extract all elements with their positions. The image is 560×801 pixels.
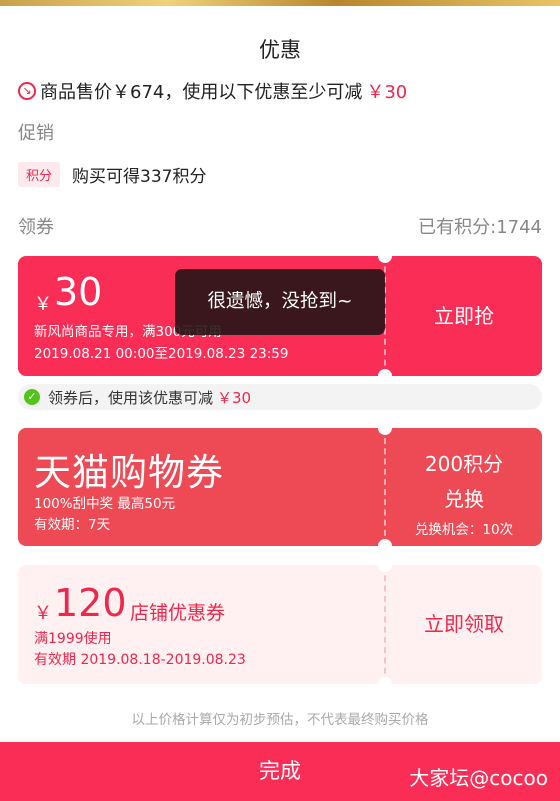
coupon-validity: 2019.08.21 00:00至2019.08.23 23:59 (34, 346, 289, 362)
page-title: 优惠 (259, 38, 301, 62)
top-image-strip (0, 0, 560, 6)
grab-now-button[interactable]: 立即抢 (386, 256, 542, 376)
store-coupon-120: ￥ 120 店铺优惠券 满1999使用 有效期 2019.08.18-2019.… (18, 565, 542, 684)
discount-arrow-icon: ↘ (18, 82, 36, 100)
exchange-label: 兑换 (444, 487, 484, 511)
coupon-notch-bottom (378, 539, 392, 546)
tmall-coupon-title: 天猫购物券 (34, 451, 224, 494)
promotion-section-title: 促销 (18, 123, 54, 144)
points-text: 购买可得337积分 (72, 167, 207, 187)
tmall-shopping-coupon: 天猫购物券 100%刮中奖 最高50元 有效期：7天 200积分 兑换 兑换机会… (18, 428, 542, 546)
promotion-points-row: 积分 购买可得337积分 (18, 162, 206, 187)
points-owned: 已有积分:1744 (418, 217, 542, 238)
coupon-type: 店铺优惠券 (130, 602, 226, 624)
exchange-button[interactable]: 200积分 兑换 兑换机会：10次 (386, 428, 542, 538)
tip-amount: ￥30 (217, 388, 252, 407)
coupon-tip-bar: ✓ 领券后，使用该优惠可减 ￥30 (18, 384, 542, 410)
coupon-condition: 满1999使用 (34, 631, 112, 647)
exchange-chance: 兑换机会：10次 (414, 522, 514, 538)
check-icon: ✓ (24, 389, 40, 405)
bottom-bar: 完成 大家坛@cocoo (0, 742, 560, 801)
price-disclaimer: 以上价格计算仅为初步预估，不代表最终购买价格 (131, 712, 429, 728)
sale-summary-text: 商品售价￥674，使用以下优惠至少可减 (40, 82, 363, 103)
coupon-currency: ￥ (34, 294, 52, 315)
coupons-section-title: 领券 (18, 217, 54, 238)
coupon-currency: ￥ (34, 603, 52, 624)
sale-summary: ↘ 商品售价￥674，使用以下优惠至少可减 ￥30 (18, 78, 407, 104)
exchange-points: 200积分 (424, 452, 504, 476)
toast-message: 很遗憾，没抢到~ (175, 269, 385, 335)
coupon-amount: 30 (54, 270, 103, 314)
watermark: 大家坛@cocoo (409, 766, 548, 790)
tmall-coupon-prize: 100%刮中奖 最高50元 (34, 496, 176, 512)
claim-now-button[interactable]: 立即领取 (386, 565, 542, 684)
tmall-coupon-validity: 有效期：7天 (34, 517, 111, 533)
sale-summary-amount: ￥30 (366, 82, 408, 103)
points-tag: 积分 (18, 162, 61, 187)
coupon-amount: 120 (54, 581, 127, 625)
tip-text: 领券后，使用该优惠可减 (48, 388, 214, 407)
coupon-validity: 有效期 2019.08.18-2019.08.23 (34, 652, 246, 668)
